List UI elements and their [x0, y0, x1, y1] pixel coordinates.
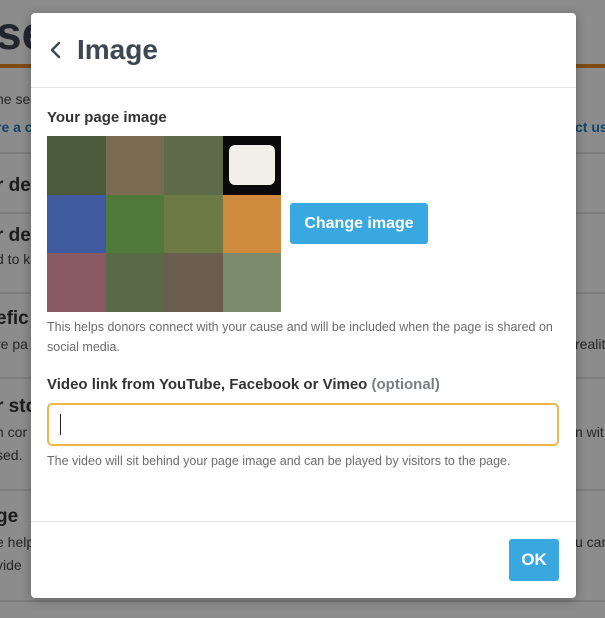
gumboot-logo-icon	[228, 145, 275, 186]
photo-tile-logo	[222, 136, 281, 195]
photo-tile	[222, 253, 281, 312]
modal-footer-divider	[31, 521, 576, 522]
video-link-input[interactable]	[47, 403, 559, 446]
text-caret	[60, 414, 61, 435]
photo-tile	[47, 194, 106, 254]
photo-tile	[47, 136, 106, 195]
video-help-text: The video will sit behind your page imag…	[47, 454, 511, 468]
photo-tile	[105, 136, 164, 195]
photo-tile	[47, 253, 106, 312]
photo-tile	[164, 194, 223, 254]
photo-tile	[105, 194, 164, 254]
video-link-label: Video link from YouTube, Facebook or Vim…	[47, 376, 440, 393]
photo-tile	[164, 253, 223, 312]
photo-tile	[164, 136, 223, 195]
ok-button[interactable]: OK	[509, 539, 559, 581]
page-image-label: Your page image	[47, 109, 167, 126]
change-image-button[interactable]: Change image	[290, 203, 428, 244]
photo-tile	[222, 194, 281, 254]
page-image-preview	[47, 136, 281, 312]
optional-tag: (optional)	[371, 376, 440, 393]
image-help-text: This helps donors connect with your caus…	[47, 320, 553, 354]
photo-tile	[105, 253, 164, 312]
modal-title: Image	[77, 34, 158, 65]
modal-header: Image	[31, 13, 576, 88]
video-link-label-text: Video link from YouTube, Facebook or Vim…	[47, 376, 368, 393]
chevron-left-icon[interactable]	[45, 40, 65, 60]
image-modal: Image Your page image Change image This …	[31, 13, 576, 598]
